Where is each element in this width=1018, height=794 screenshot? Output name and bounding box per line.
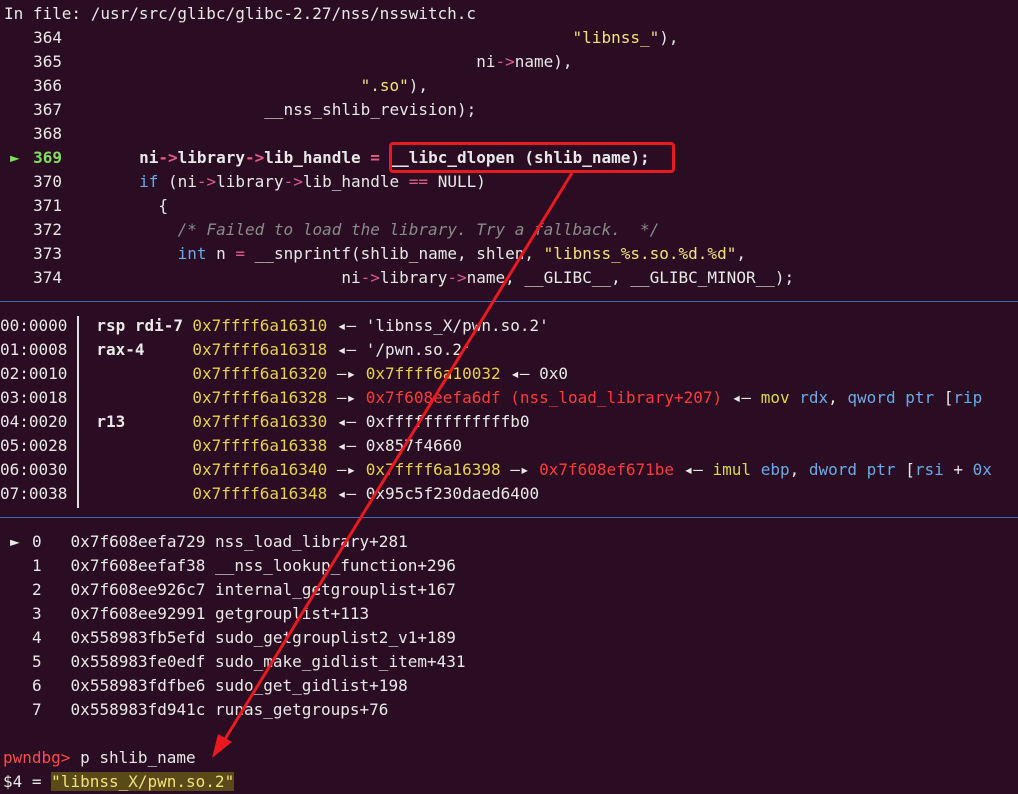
backtrace-frame-0: 0 0x7f608eefa729 nss_load_library+281 [32,532,408,551]
source-line-371: 371 { [33,196,168,215]
stack-row-6: 06:0030 0x7ffff6a16340 —▸ 0x7ffff6a16398… [0,460,992,479]
stack-row-7: 07:0038 0x7ffff6a16348 ◂— 0x95c5f230daed… [0,484,540,503]
source-line-366: 366 ".so"), [33,76,429,95]
backtrace-frame-2: 2 0x7f608ee926c7 internal_getgrouplist+1… [32,580,456,599]
file-header: In file: /usr/src/glibc/glibc-2.27/nss/n… [4,4,477,23]
source-line-364: 364 "libnss_"), [33,28,679,47]
backtrace-frame-6: 6 0x558983fdfbe6 sudo_get_gidlist+198 [32,676,408,695]
source-line-372: 372 /* Failed to load the library. Try a… [33,220,660,239]
stack-row-4: 04:0020 r13 0x7ffff6a16330 ◂— 0xfffffffff… [0,412,530,431]
stack-row-5: 05:0028 0x7ffff6a16338 ◂— 0x857f4660 [0,436,463,455]
source-line-373: 373 int n = __snprintf(shlib_name, shlen… [33,244,746,263]
result-value: "libnss_X/pwn.so.2" [51,772,235,791]
highlight-box [389,142,675,173]
command-text: p shlib_name [70,748,196,767]
backtrace-frame-5: 5 0x558983fe0edf sudo_make_gidlist_item+… [32,652,466,671]
source-line-365: 365 ni->name), [33,52,573,71]
backtrace-current-marker: ► [10,532,20,551]
backtrace-frame-7: 7 0x558983fd941c runas_getgroups+76 [32,700,389,719]
stack-row-1: 01:0008 rax-4 0x7ffff6a16318 ◂— '/pwn.so.… [0,340,472,359]
console-command-line[interactable]: pwndbg> p shlib_name [3,746,196,770]
backtrace-frame-4: 4 0x558983fb5efd sudo_getgrouplist2_v1+1… [32,628,456,647]
stack-row-2: 02:0010 0x7ffff6a16320 —▸ 0x7ffff6a10032… [0,364,569,383]
separator-1 [0,301,1018,302]
source-line-368: 368 [33,124,62,143]
source-line-367: 367 __nss_shlib_revision); [33,100,477,119]
stack-row-3: 03:0018 0x7ffff6a16328 —▸ 0x7f608eefa6df… [0,388,983,407]
separator-2 [0,517,1018,518]
stack-row-0: 00:0000 rsp rdi-7 0x7ffff6a16310 ◂— 'libn… [0,316,549,335]
source-line-370: 370 if (ni->library->lib_handle == NULL) [33,172,486,191]
source-line-374: 374 ni->library->name, __GLIBC__, __GLIB… [33,268,795,287]
prompt: pwndbg> [3,748,71,767]
backtrace-frame-1: 1 0x7f608eefaf38 __nss_lookup_function+2… [32,556,456,575]
backtrace-frame-3: 3 0x7f608ee92991 getgrouplist+113 [32,604,370,623]
console-result-line: $4 = "libnss_X/pwn.so.2" [3,772,235,791]
